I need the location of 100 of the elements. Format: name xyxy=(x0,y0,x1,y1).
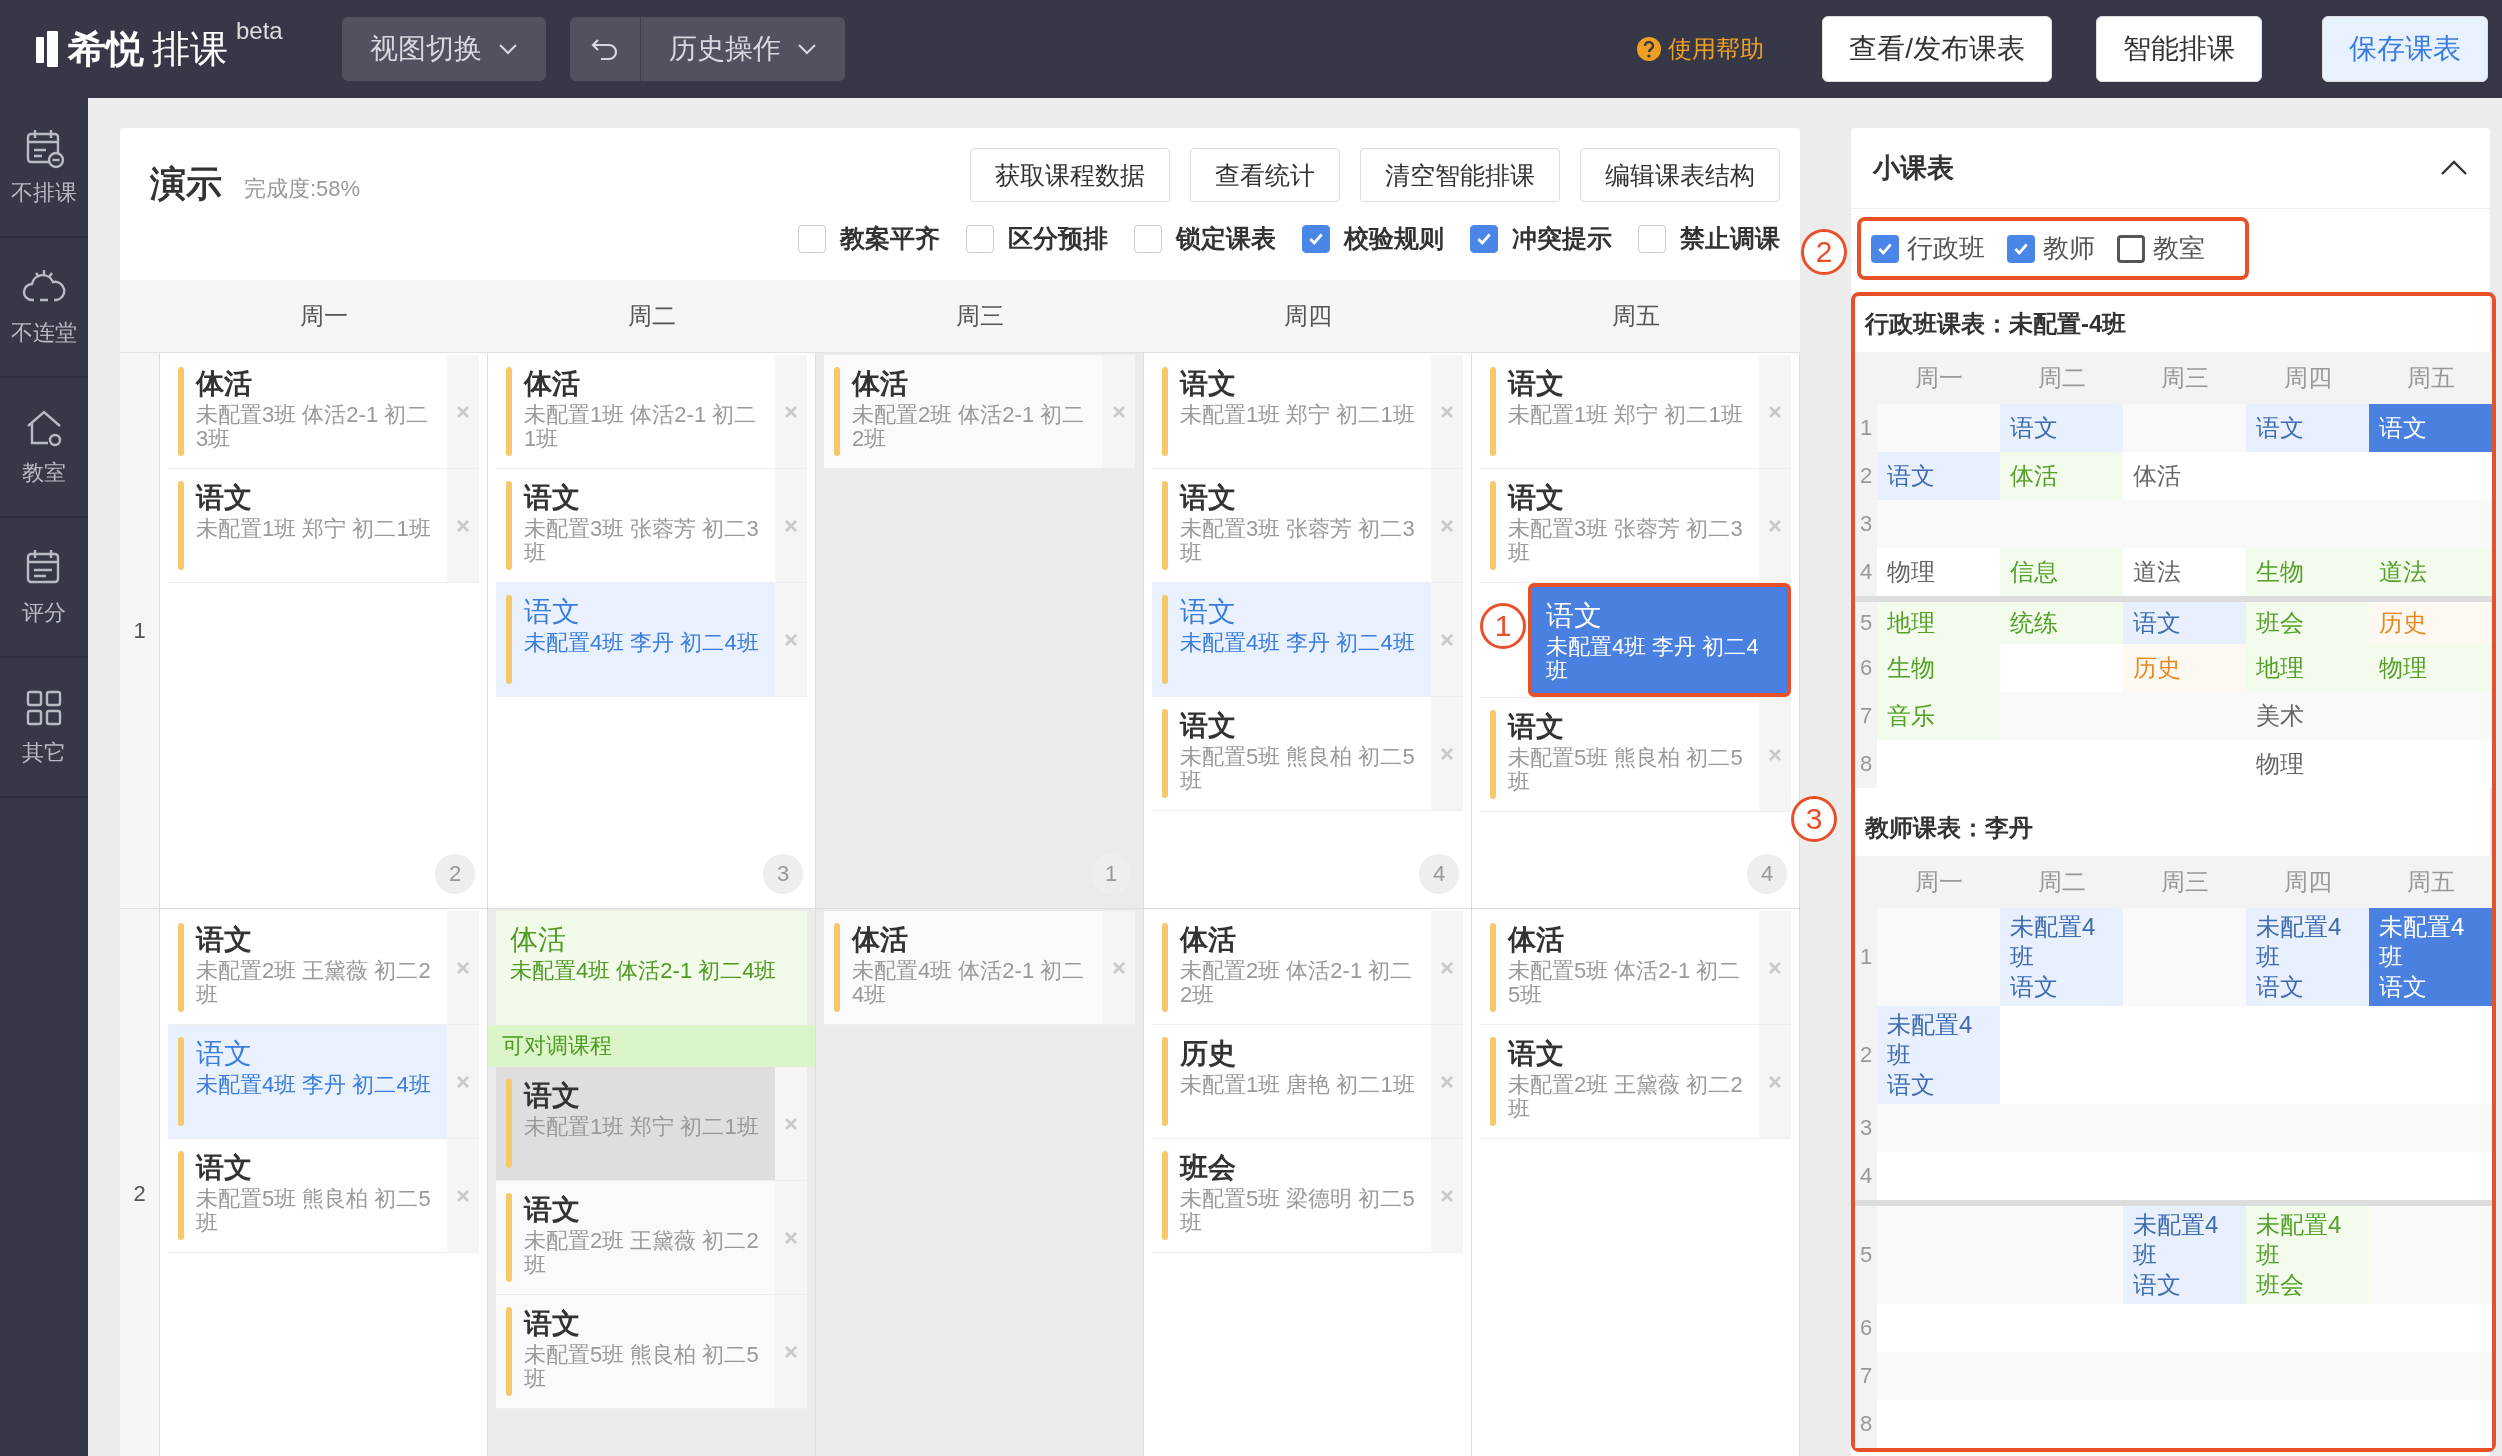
brand-name: 希悦 xyxy=(68,27,144,72)
checkbox[interactable] xyxy=(1470,224,1498,253)
remove-button[interactable] xyxy=(447,911,479,1024)
remove-button[interactable] xyxy=(775,1067,807,1180)
timetable-cell[interactable]: 地理 xyxy=(2246,644,2369,692)
remove-button[interactable] xyxy=(1431,355,1463,468)
row-number: 6 xyxy=(1855,1304,1877,1352)
action-button[interactable]: 获取课程数据 xyxy=(970,148,1170,202)
timetable-cell[interactable]: 道法 xyxy=(2369,548,2492,596)
action-button[interactable]: 编辑课表结构 xyxy=(1580,148,1780,202)
timetable-cell[interactable]: 音乐 xyxy=(1877,692,2000,740)
close-icon xyxy=(784,518,798,533)
sidebar-label: 不连堂 xyxy=(11,319,77,347)
close-icon xyxy=(1768,404,1782,419)
timetable-cell[interactable]: 语文 xyxy=(1877,452,2000,500)
remove-button[interactable] xyxy=(1431,1139,1463,1252)
remove-button[interactable] xyxy=(1431,469,1463,582)
lesson-subject: 语文 xyxy=(1546,599,1603,633)
remove-button[interactable] xyxy=(1759,911,1791,1024)
close-icon xyxy=(456,404,470,419)
help-link[interactable]: 使用帮助 xyxy=(1668,33,1765,65)
chevron-down-icon xyxy=(797,43,817,55)
timetable-cell[interactable]: 语文 xyxy=(2369,404,2492,452)
timetable-cell[interactable]: 未配置4班 语文 xyxy=(2123,1200,2246,1304)
lesson-card[interactable]: 语文 未配置5班 熊良柏 初二5班 xyxy=(496,1295,775,1408)
checkbox-label: 行政班 xyxy=(1907,232,1985,265)
lesson-card[interactable]: 语文 未配置1班 郑宁 初二1班 xyxy=(496,1067,775,1180)
remove-button[interactable] xyxy=(1103,911,1135,1024)
checkbox-label: 区分预排 xyxy=(1008,223,1108,254)
lesson-details: 未配置1班 郑宁 初二1班 xyxy=(1180,403,1416,427)
timetable-cell[interactable]: 信息 xyxy=(2000,548,2123,596)
timetable-cell[interactable]: 未配置4班 语文 xyxy=(1877,1006,2000,1104)
timetable-cell[interactable] xyxy=(1877,1200,2000,1304)
toolbar-button[interactable]: 查看/发布课表 xyxy=(1822,16,2052,82)
action-button[interactable]: 查看统计 xyxy=(1190,148,1340,202)
timetable-cell[interactable]: 统练 xyxy=(2000,596,2123,644)
timetable-cell[interactable]: 未配置4班 班会 xyxy=(2246,1200,2369,1304)
remove-button[interactable] xyxy=(1431,1025,1463,1138)
toolbar-button[interactable]: 智能排课 xyxy=(2096,16,2262,82)
lesson-card[interactable]: 体活 未配置2班 体活2-1 初二2班 xyxy=(824,355,1103,468)
checkbox[interactable] xyxy=(2117,234,2145,263)
timetable-cell[interactable]: 地理 xyxy=(1877,596,2000,644)
chevron-up-icon[interactable] xyxy=(2440,160,2468,176)
lesson-details: 未配置2班 王黛薇 初二2班 xyxy=(1508,1073,1744,1121)
toolbar-button[interactable]: 保存课表 xyxy=(2322,16,2488,82)
lesson-card[interactable]: 语文 未配置4班 李丹 初二4班 xyxy=(168,1025,447,1138)
checkbox[interactable] xyxy=(1871,234,1899,263)
lesson-card[interactable]: 体活 未配置4班 体活2-1 初二4班 xyxy=(496,911,807,1024)
schedule-title: 演示 xyxy=(150,162,222,206)
lesson-subject: 体活 xyxy=(852,923,909,957)
remove-button[interactable] xyxy=(1103,355,1135,468)
remove-button[interactable] xyxy=(1759,469,1791,582)
checkbox-label: 教师 xyxy=(2043,232,2095,265)
lesson-card[interactable]: 语文 未配置4班 李丹 初二4班 xyxy=(496,583,775,696)
close-icon xyxy=(1440,1074,1454,1089)
remove-button[interactable] xyxy=(775,583,807,696)
lesson-details: 未配置4班 体活2-1 初二4班 xyxy=(510,959,778,983)
lesson-card[interactable]: 体活 未配置4班 体活2-1 初二4班 xyxy=(824,911,1103,1024)
timetable-cell[interactable]: 物理 xyxy=(2369,644,2492,692)
lesson-card[interactable]: 语文 未配置2班 王黛薇 初二2班 xyxy=(496,1181,775,1294)
checkbox[interactable] xyxy=(1302,224,1330,253)
remove-button[interactable] xyxy=(1431,697,1463,810)
remove-button[interactable] xyxy=(775,355,807,468)
remove-button[interactable] xyxy=(447,1025,479,1138)
remove-button[interactable] xyxy=(1431,911,1463,1024)
timetable-cell[interactable] xyxy=(2369,1104,2492,1152)
timetable-cell[interactable] xyxy=(2369,500,2492,548)
timetable-cell[interactable] xyxy=(2369,1352,2492,1400)
remove-button[interactable] xyxy=(1431,583,1463,696)
remove-button[interactable] xyxy=(775,469,807,582)
timetable-cell[interactable]: 语文 xyxy=(2000,404,2123,452)
lesson-card[interactable]: 语文 未配置4班 李丹 初二4班 xyxy=(1152,583,1431,696)
sidebar-label: 其它 xyxy=(22,739,66,767)
timetable-cell[interactable]: 未配置4班 语文 xyxy=(2246,908,2369,1006)
lesson-details: 未配置3班 张蓉芳 初二3班 xyxy=(524,517,760,565)
timetable-cell[interactable]: 生物 xyxy=(2246,548,2369,596)
timetable-cell[interactable]: 生物 xyxy=(1877,644,2000,692)
lesson-details: 未配置5班 熊良柏 初二5班 xyxy=(1508,746,1744,794)
remove-button[interactable] xyxy=(447,1139,479,1252)
timetable-cell[interactable] xyxy=(2000,1200,2123,1304)
remove-button[interactable] xyxy=(775,1295,807,1408)
view-dropdown[interactable]: 视图切换 xyxy=(342,17,546,81)
timetable-cell[interactable]: 班会 xyxy=(2246,596,2369,644)
remove-button[interactable] xyxy=(447,469,479,582)
remove-button[interactable] xyxy=(1759,1025,1791,1138)
timetable-cell[interactable]: 语文 xyxy=(2246,404,2369,452)
timetable-cell[interactable]: 未配置4班 语文 xyxy=(2000,908,2123,1006)
lesson-card[interactable]: 语文 未配置4班 李丹 初二4班 xyxy=(1528,583,1791,697)
timetable-cell[interactable]: 美术 xyxy=(2246,692,2369,740)
remove-button[interactable] xyxy=(447,355,479,468)
remove-button[interactable] xyxy=(1759,698,1791,811)
action-button[interactable]: 清空智能排课 xyxy=(1360,148,1560,202)
remove-button[interactable] xyxy=(775,1181,807,1294)
timetable-cell[interactable]: 体活 xyxy=(2000,452,2123,500)
timetable-cell[interactable]: 语文 xyxy=(2123,596,2246,644)
timetable-cell[interactable] xyxy=(2369,1200,2492,1304)
timetable-cell[interactable]: 未配置4班 语文 xyxy=(2369,908,2492,1006)
checkbox[interactable] xyxy=(2007,234,2035,263)
timetable-cell[interactable] xyxy=(2369,692,2492,740)
remove-button[interactable] xyxy=(1759,355,1791,468)
